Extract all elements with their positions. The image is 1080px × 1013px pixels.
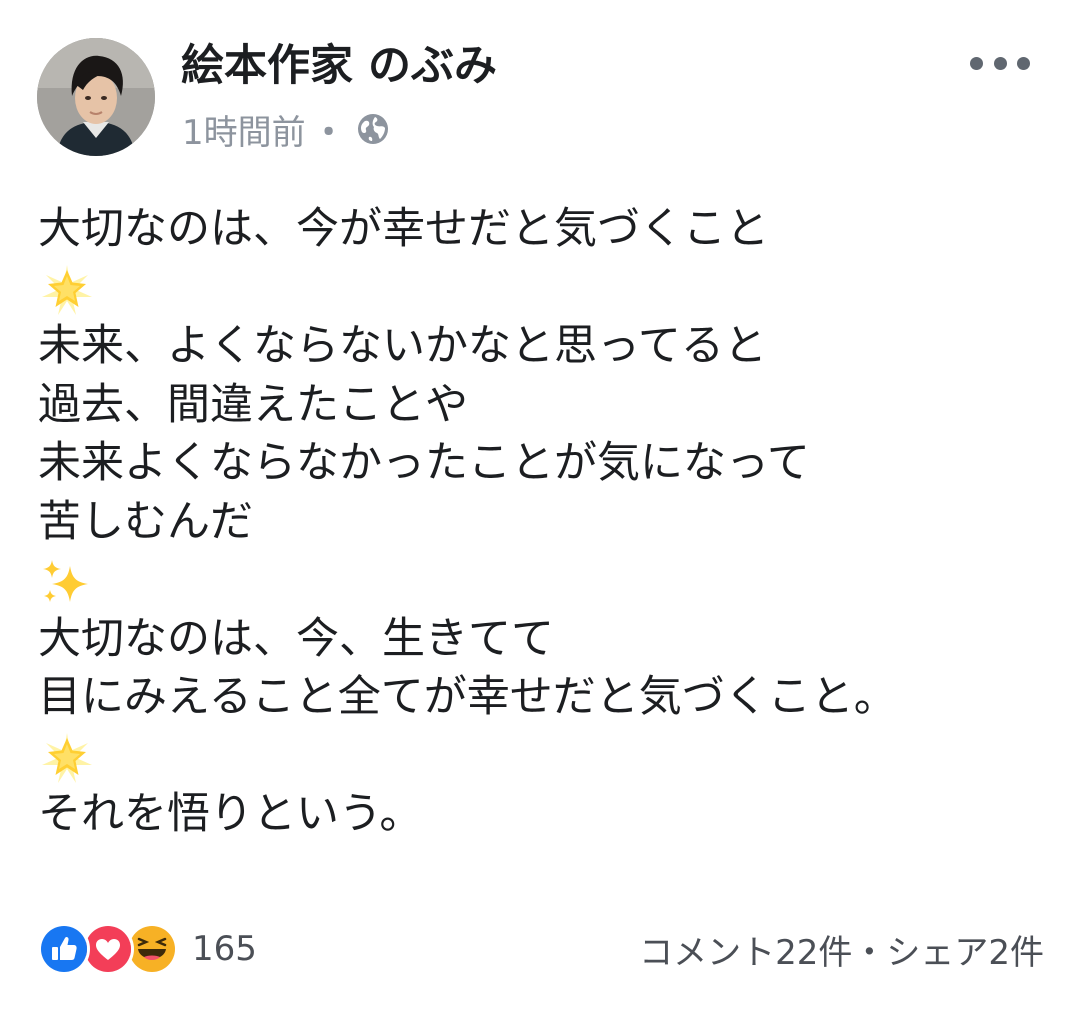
- shares-count-link[interactable]: シェア2件: [886, 933, 1044, 973]
- globe-icon[interactable]: [356, 112, 390, 146]
- glowing-star-emoji: [42, 733, 92, 783]
- post-text-line: それを悟りという。: [38, 789, 423, 839]
- post-text-line: 苦しむんだ: [38, 496, 253, 547]
- post-text-line: 未来よくならなかったことが気になって: [38, 438, 810, 488]
- facebook-post: 絵本作家 のぶみ 1時間前 ・ 大切なのは、今が幸せだと気づくこと 未来、よくな: [0, 0, 1080, 1013]
- post-footer: 165 コメント22件・シェア2件: [38, 918, 1044, 980]
- post-text-line: 未来、よくならないかなと思ってると: [38, 321, 767, 371]
- post-text-line: 大切なのは、今が幸せだと気づくこと: [38, 204, 769, 254]
- counts-separator: ・: [852, 932, 887, 973]
- more-dot: [970, 56, 983, 70]
- emoji-line: [38, 551, 1048, 610]
- author-name[interactable]: 絵本作家 のぶみ: [181, 36, 497, 96]
- emoji-line: [38, 727, 1048, 786]
- more-dot: [993, 56, 1007, 70]
- post-text-line: 大切なのは、今、生きてて: [38, 613, 554, 664]
- post-timestamp[interactable]: 1時間前: [182, 105, 306, 154]
- more-dot: [1017, 56, 1030, 70]
- post-body: 大切なのは、今が幸せだと気づくこと 未来、よくならないかなと思ってると 過去、間…: [38, 200, 1048, 844]
- engagement-counts: コメント22件・シェア2件: [639, 925, 1044, 974]
- reaction-count: 165: [192, 929, 257, 969]
- glowing-star-emoji: [42, 265, 92, 315]
- avatar[interactable]: [37, 38, 155, 156]
- post-meta: 1時間前 ・: [182, 105, 390, 154]
- like-icon: [38, 923, 90, 975]
- more-options-button[interactable]: [970, 48, 1030, 78]
- comments-count-link[interactable]: コメント22件: [639, 933, 852, 973]
- post-text-line: 目にみえること全てが幸せだと気づくこと。: [38, 672, 897, 722]
- reactions-summary[interactable]: 165: [38, 923, 257, 975]
- emoji-line: [38, 259, 1048, 318]
- avatar-image: [37, 38, 155, 156]
- meta-separator: ・: [311, 112, 346, 153]
- sparkles-emoji: [43, 559, 88, 602]
- post-text-line: 過去、間違えたことや: [38, 379, 468, 430]
